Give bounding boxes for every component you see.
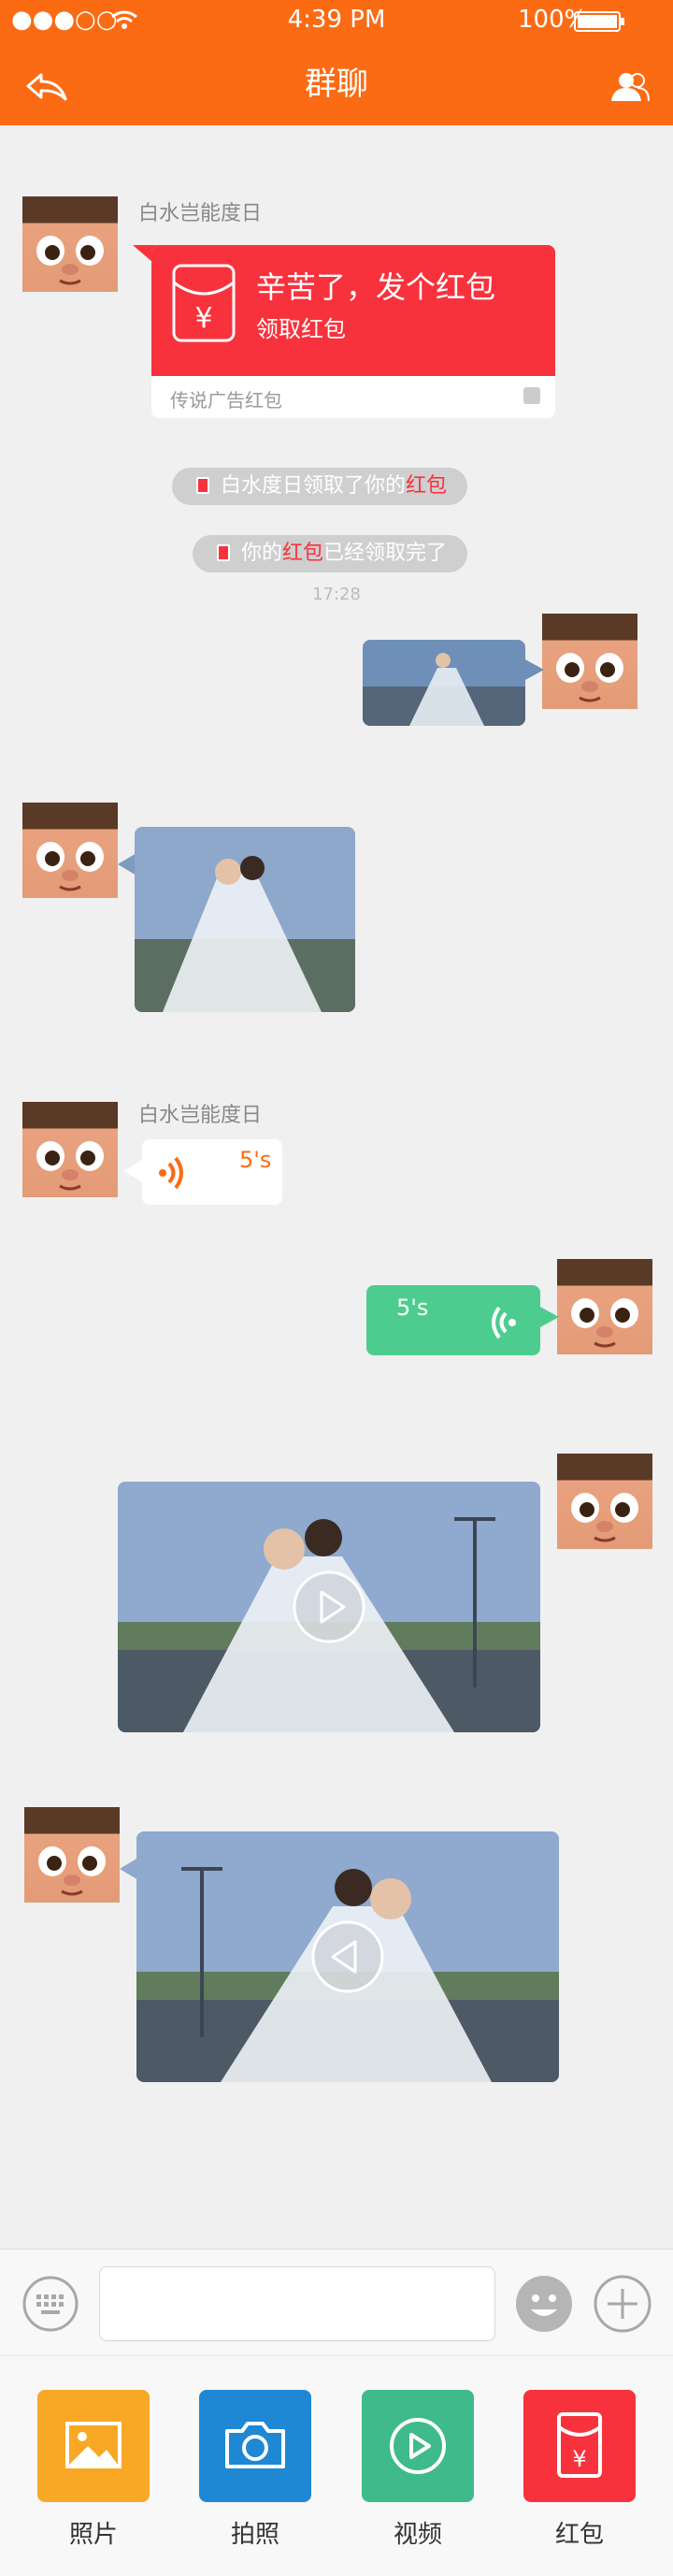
page-title: 群聊: [305, 65, 368, 103]
avatar[interactable]: [542, 614, 637, 709]
bubble-tail: [123, 1160, 142, 1182]
keyboard-icon[interactable]: [22, 2276, 79, 2332]
video-message[interactable]: [118, 1482, 540, 1732]
notice-text: 已经领取完了: [323, 542, 448, 565]
voice-wave-icon: [492, 1306, 516, 1339]
red-packet-tool-button[interactable]: ¥: [523, 2390, 636, 2502]
header-bar: ●●●○○ 4:39 PM 100% 群聊: [0, 0, 673, 125]
image-message[interactable]: [363, 640, 525, 726]
bubble-tail: [120, 1858, 138, 1880]
sender-name: 白水岂能度日: [138, 202, 263, 225]
bubble-tail: [538, 1306, 559, 1328]
video-tool-button[interactable]: [362, 2390, 474, 2502]
red-packet-footer: 传说广告红包: [170, 389, 282, 412]
tool-label: 红包: [554, 2521, 604, 2549]
tool-panel: 照片 拍照 视频 ¥ 红包: [0, 2355, 673, 2576]
voice-wave-icon: [159, 1156, 183, 1190]
voice-duration: 5's: [239, 1147, 272, 1173]
ad-logo-icon: [523, 387, 540, 404]
notice-text: 你的: [241, 542, 283, 565]
photo-tool-button[interactable]: [37, 2390, 150, 2502]
notice-text: 白水度日领取了你的: [221, 474, 407, 498]
system-notice: 白水度日领取了你的红包: [172, 468, 468, 505]
red-packet-icon: ¥: [557, 2412, 602, 2478]
photo-icon: [65, 2422, 122, 2468]
plus-icon[interactable]: [593, 2274, 652, 2334]
camera-icon: [225, 2422, 285, 2468]
video-icon: [390, 2418, 446, 2474]
sender-name: 白水岂能度日: [138, 1104, 263, 1127]
notice-highlight: 红包: [406, 474, 448, 498]
red-packet-subtitle: 领取红包: [256, 316, 346, 342]
timestamp: 17:28: [312, 585, 361, 604]
svg-text:¥: ¥: [194, 302, 212, 335]
voice-message[interactable]: 5's: [366, 1285, 540, 1355]
avatar[interactable]: [22, 803, 118, 898]
video-message[interactable]: [136, 1831, 559, 2082]
group-members-icon[interactable]: [609, 71, 651, 105]
avatar[interactable]: [22, 196, 118, 292]
avatar[interactable]: [557, 1259, 652, 1354]
tool-label: 拍照: [230, 2521, 279, 2549]
bubble-tail: [118, 853, 136, 876]
image-message[interactable]: [135, 827, 355, 1012]
tool-label: 视频: [393, 2521, 442, 2549]
emoji-icon[interactable]: [514, 2274, 574, 2334]
red-packet-mini-icon: [196, 477, 209, 494]
avatar[interactable]: [24, 1807, 120, 1903]
red-packet-card[interactable]: ¥ 辛苦了，发个红包 领取红包 传说广告红包: [151, 245, 555, 418]
avatar[interactable]: [557, 1454, 652, 1549]
red-packet-title: 辛苦了，发个红包: [256, 269, 496, 305]
voice-duration: 5's: [396, 1295, 429, 1321]
play-icon[interactable]: [292, 1570, 366, 1644]
message-input[interactable]: [99, 2266, 495, 2341]
notice-highlight: 红包: [282, 542, 324, 565]
avatar[interactable]: [22, 1102, 118, 1197]
play-icon[interactable]: [310, 1919, 385, 1994]
voice-message[interactable]: 5's: [142, 1139, 282, 1205]
tool-label: 照片: [68, 2521, 118, 2549]
red-packet-header: ¥ 辛苦了，发个红包 领取红包: [151, 245, 555, 376]
red-packet-mini-icon: [217, 544, 230, 561]
input-bar: [0, 2249, 673, 2355]
camera-tool-button[interactable]: [199, 2390, 311, 2502]
red-packet-icon: ¥: [172, 264, 236, 342]
svg-text:¥: ¥: [572, 2446, 586, 2472]
system-notice: 你的红包已经领取完了: [193, 535, 468, 572]
bubble-tail: [523, 658, 544, 681]
battery-icon: [574, 11, 624, 32]
